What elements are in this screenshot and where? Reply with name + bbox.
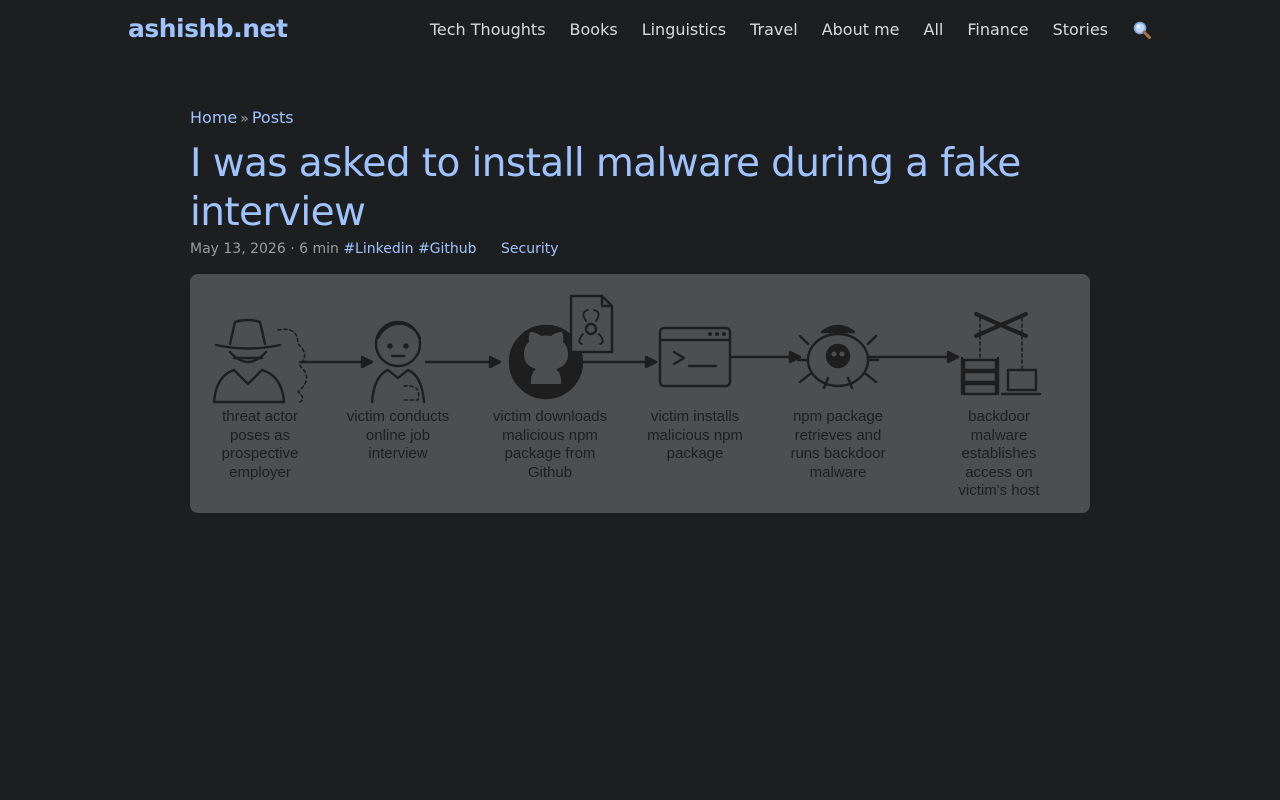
post-title: I was asked to install malware during a … (190, 141, 1021, 235)
post-header: Home» Posts I was asked to install malwar… (190, 108, 1090, 257)
nav-item-books[interactable]: Books (570, 20, 618, 39)
server-laptop-icon (960, 312, 1042, 396)
site-logo[interactable]: ashishb.net (128, 14, 288, 43)
cover-image: threat actor poses as prospective employ… (190, 274, 1090, 513)
tag-github[interactable]: #Github (418, 241, 477, 257)
breadcrumb-separator: » (240, 111, 249, 127)
category-security[interactable]: Security (501, 241, 559, 257)
meta-dot: · (290, 241, 295, 257)
person-icon (370, 320, 426, 404)
nav-item-finance[interactable]: Finance (967, 20, 1028, 39)
step-4-label: victim installs malicious npm package (647, 408, 743, 462)
breadcrumb-home[interactable]: Home (190, 108, 237, 127)
site-header: ashishb.net Tech Thoughts Books Linguist… (0, 0, 1280, 60)
post-read-time: 6 min (299, 241, 339, 257)
step-5-label: npm package retrieves and runs backdoor … (790, 408, 886, 481)
search-icon[interactable] (1132, 20, 1152, 40)
nav-item-tech-thoughts[interactable]: Tech Thoughts (430, 20, 546, 39)
terminal-icon (658, 326, 732, 388)
arrows (298, 350, 960, 369)
post-meta: May 13, 2026 · 6 min #Linkedin #Github S… (190, 241, 1090, 257)
nav-item-all[interactable]: All (924, 20, 944, 39)
post-date: May 13, 2026 (190, 241, 286, 257)
step-6-label: backdoor malware establishes access on v… (958, 408, 1040, 499)
nav-item-travel[interactable]: Travel (750, 20, 798, 39)
breadcrumb: Home» Posts (190, 108, 1090, 127)
step-2-label: victim conducts online job interview (346, 408, 450, 462)
main-nav: Tech Thoughts Books Linguistics Travel A… (430, 19, 1152, 39)
tag-linkedin[interactable]: #Linkedin (343, 241, 413, 257)
nav-item-linguistics[interactable]: Linguistics (642, 20, 726, 39)
nav-item-stories[interactable]: Stories (1053, 20, 1108, 39)
spy-icon (212, 318, 308, 404)
nav-item-about-me[interactable]: About me (822, 20, 900, 39)
breadcrumb-posts[interactable]: Posts (252, 108, 294, 127)
step-1-label: threat actor poses as prospective employ… (221, 408, 299, 481)
github-icon (508, 294, 614, 400)
step-3-label: victim downloads malicious npm package f… (492, 408, 608, 481)
skull-bug-icon (796, 324, 880, 390)
